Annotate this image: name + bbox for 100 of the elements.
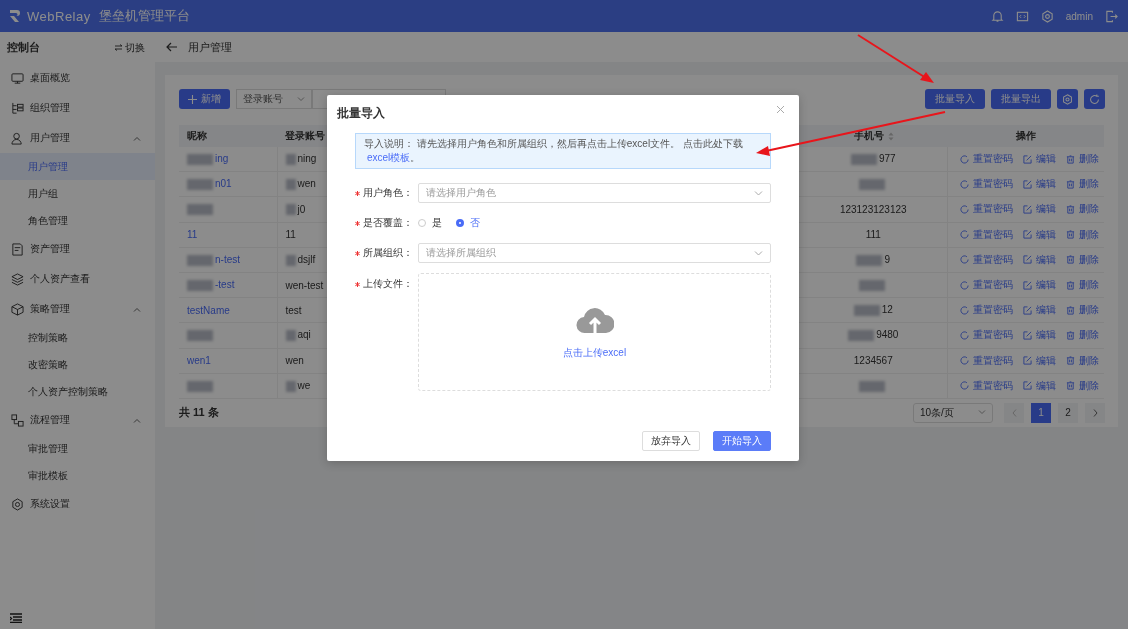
submenu-item[interactable]: 用户组 bbox=[0, 180, 155, 207]
action-link[interactable]: 重置密码 bbox=[959, 227, 1013, 242]
redacted-blur bbox=[187, 154, 213, 165]
radio-option[interactable]: 是 bbox=[418, 216, 442, 230]
submenu-item[interactable]: 控制策略 bbox=[0, 324, 155, 351]
submenu-item[interactable]: 个人资产控制策略 bbox=[0, 378, 155, 405]
submenu-item[interactable]: 角色管理 bbox=[0, 207, 155, 234]
cube-icon bbox=[11, 302, 24, 316]
menu-icon[interactable] bbox=[10, 613, 22, 623]
tree-icon bbox=[11, 101, 24, 115]
table-cell: 9 bbox=[800, 247, 947, 273]
select-field[interactable]: 请选择所属组织 bbox=[418, 243, 771, 263]
action-link[interactable]: 重置密码 bbox=[959, 252, 1013, 267]
settings-button[interactable] bbox=[1057, 89, 1078, 109]
refresh-icon bbox=[959, 305, 969, 315]
redacted-blur bbox=[285, 179, 296, 191]
action-link[interactable]: 重置密码 bbox=[959, 353, 1013, 368]
submenu-item[interactable]: 用户管理 bbox=[0, 153, 155, 180]
dialog-button[interactable]: 开始导入 bbox=[713, 431, 771, 451]
action-link[interactable]: 重置密码 bbox=[959, 177, 1013, 192]
action-link[interactable]: 重置密码 bbox=[959, 278, 1013, 293]
action-link[interactable]: 重置密码 bbox=[959, 152, 1013, 167]
toolbar-button[interactable]: 批量导出 bbox=[991, 89, 1051, 109]
action-link[interactable]: 删除 bbox=[1065, 353, 1099, 368]
switch-button[interactable]: 切换 bbox=[114, 40, 145, 55]
radio-option[interactable]: 否 bbox=[456, 216, 480, 230]
caret-icon bbox=[754, 250, 763, 256]
caret-icon bbox=[133, 135, 141, 141]
menu-item[interactable]: 流程管理 bbox=[0, 405, 155, 435]
edit-icon bbox=[1022, 280, 1032, 290]
redacted-blur bbox=[187, 380, 213, 392]
sidebar-title: 控制台 bbox=[7, 40, 40, 55]
upload-area[interactable]: 点击上传excel bbox=[418, 273, 771, 391]
action-link[interactable]: 删除 bbox=[1065, 278, 1099, 293]
action-link[interactable]: 删除 bbox=[1065, 227, 1099, 242]
submenu-item[interactable]: 审批模板 bbox=[0, 462, 155, 489]
action-link[interactable]: 编辑 bbox=[1022, 303, 1056, 318]
column-header: 昵称 bbox=[179, 125, 277, 147]
edit-icon bbox=[1022, 204, 1032, 214]
dialog-button[interactable]: 放弃导入 bbox=[642, 431, 700, 451]
back-arrow-icon[interactable] bbox=[166, 42, 178, 52]
action-link[interactable]: 编辑 bbox=[1022, 353, 1056, 368]
add-button[interactable]: 新增 bbox=[179, 89, 230, 109]
user-icon bbox=[11, 131, 24, 145]
refresh-icon bbox=[959, 255, 969, 265]
action-link[interactable]: 重置密码 bbox=[959, 303, 1013, 318]
action-link[interactable]: 删除 bbox=[1065, 202, 1099, 217]
action-link[interactable]: 删除 bbox=[1065, 303, 1099, 318]
select-field[interactable]: 请选择用户角色 bbox=[418, 183, 771, 203]
toolbar-button[interactable]: 批量导入 bbox=[925, 89, 985, 109]
action-link[interactable]: 编辑 bbox=[1022, 378, 1056, 393]
action-link[interactable]: 删除 bbox=[1065, 328, 1099, 343]
submenu-item[interactable]: 改密策略 bbox=[0, 351, 155, 378]
redacted-blur bbox=[859, 279, 886, 291]
menu-item[interactable]: 资产管理 bbox=[0, 234, 155, 264]
submenu-item[interactable]: 审批管理 bbox=[0, 435, 155, 462]
user-name[interactable]: admin bbox=[1065, 10, 1093, 22]
refresh-icon bbox=[1089, 93, 1100, 105]
action-link[interactable]: 删除 bbox=[1065, 252, 1099, 267]
action-link[interactable]: 删除 bbox=[1065, 177, 1099, 192]
trash-icon bbox=[1065, 305, 1075, 315]
menu-item[interactable]: 组织管理 bbox=[0, 93, 155, 123]
edit-icon bbox=[1022, 305, 1032, 315]
page-button[interactable]: 2 bbox=[1058, 402, 1078, 423]
settings-icon[interactable] bbox=[1040, 9, 1054, 23]
action-link[interactable]: 编辑 bbox=[1022, 328, 1056, 343]
action-link[interactable]: 删除 bbox=[1065, 152, 1099, 167]
refresh-icon bbox=[959, 154, 969, 164]
action-link[interactable]: 编辑 bbox=[1022, 252, 1056, 267]
logout-icon[interactable] bbox=[1105, 9, 1118, 23]
page-button[interactable]: 1 bbox=[1031, 402, 1051, 423]
table-cell: 1234567 bbox=[800, 348, 947, 374]
close-icon[interactable] bbox=[776, 105, 785, 114]
menu-item[interactable]: 桌面概览 bbox=[0, 63, 155, 93]
action-link[interactable]: 编辑 bbox=[1022, 227, 1056, 242]
app-title: 堡垒机管理平台 bbox=[98, 7, 190, 25]
menu-item[interactable]: 系统设置 bbox=[0, 489, 155, 519]
action-link[interactable]: 编辑 bbox=[1022, 202, 1056, 217]
action-link[interactable]: 重置密码 bbox=[959, 202, 1013, 217]
action-link[interactable]: 编辑 bbox=[1022, 152, 1056, 167]
table-cell: n-test bbox=[179, 247, 277, 273]
bell-icon[interactable] bbox=[990, 9, 1004, 23]
action-link[interactable]: 重置密码 bbox=[959, 328, 1013, 343]
menu-item[interactable]: 个人资产查看 bbox=[0, 264, 155, 294]
action-link[interactable]: 删除 bbox=[1065, 378, 1099, 393]
table-cell: -test bbox=[179, 272, 277, 298]
sort-icon[interactable] bbox=[887, 131, 894, 141]
action-link[interactable]: 编辑 bbox=[1022, 177, 1056, 192]
action-link[interactable]: 编辑 bbox=[1022, 278, 1056, 293]
refresh-button[interactable] bbox=[1084, 89, 1105, 109]
redacted-blur bbox=[853, 305, 880, 317]
table-cell: wen1 bbox=[179, 348, 277, 374]
page-size-select[interactable]: 10条/页 bbox=[913, 402, 993, 423]
filter-select[interactable]: 登录账号 bbox=[236, 89, 312, 109]
redacted-blur bbox=[187, 279, 213, 291]
menu-item[interactable]: 策略管理 bbox=[0, 294, 155, 324]
menu-item[interactable]: 用户管理 bbox=[0, 123, 155, 153]
code-icon[interactable] bbox=[1015, 9, 1029, 23]
action-link[interactable]: 重置密码 bbox=[959, 378, 1013, 393]
table-cell: testName bbox=[179, 297, 277, 323]
